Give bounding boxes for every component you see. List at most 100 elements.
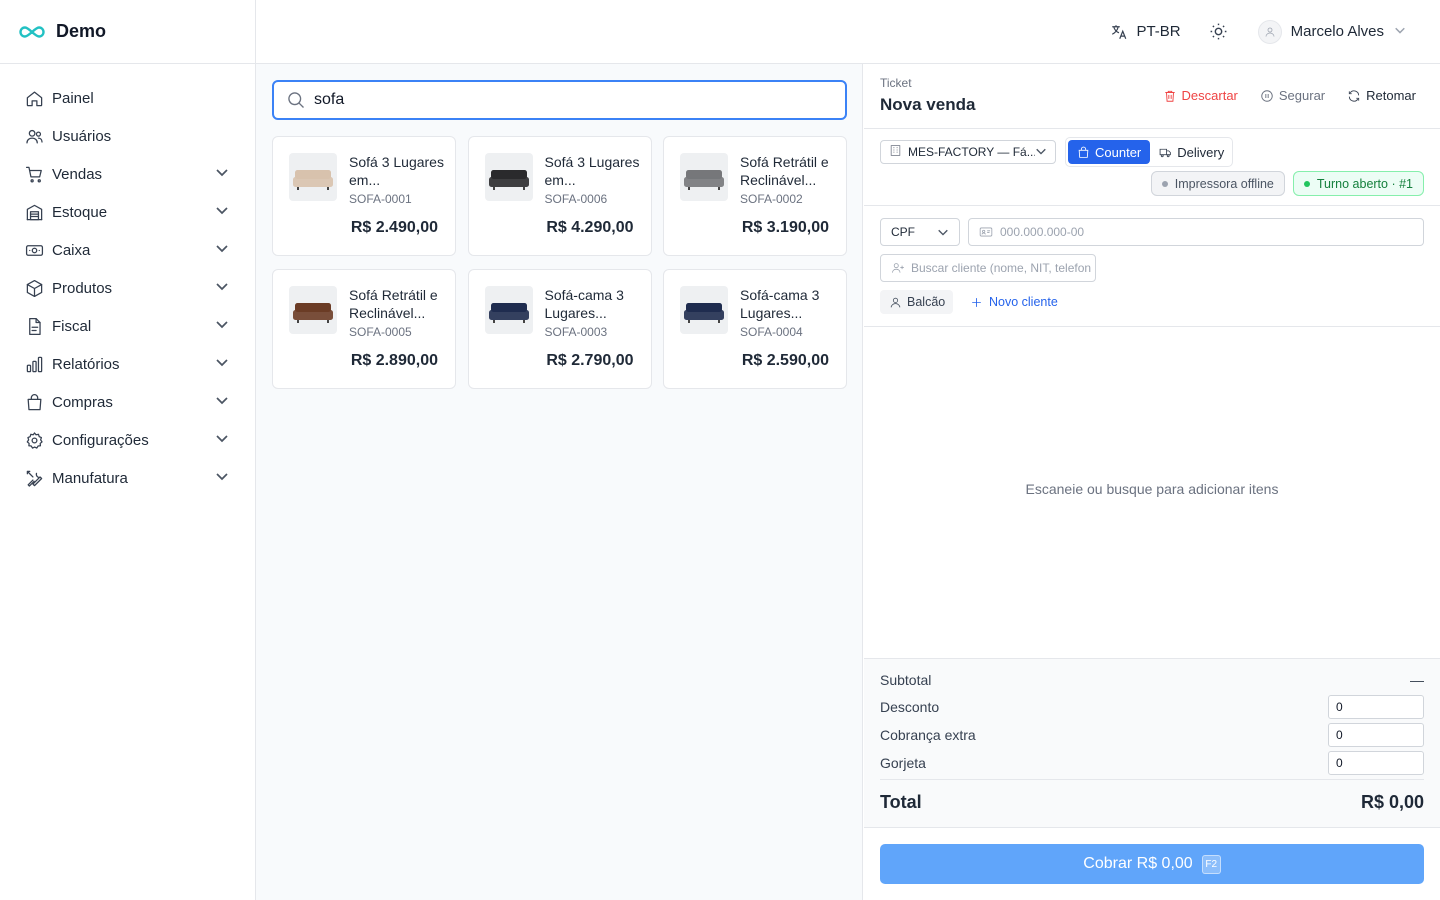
sidebar-item-label: Manufatura — [52, 469, 128, 487]
infinity-logo-icon — [19, 25, 45, 38]
product-sku: SOFA-0001 — [349, 192, 412, 206]
hold-label: Segurar — [1278, 88, 1326, 103]
discount-label: Desconto — [880, 699, 940, 715]
product-name: Sofá Retrátil e Reclinável... — [349, 287, 438, 321]
location-value: MES-FACTORY — Fá... — [908, 145, 1035, 159]
sidebar-item-label: Compras — [52, 393, 113, 411]
product-sku: SOFA-0005 — [349, 325, 412, 339]
sidebar-item-configuracoes[interactable]: Configurações — [0, 421, 255, 459]
delivery-mode-button[interactable]: Delivery — [1150, 140, 1233, 164]
product-card[interactable]: Sofá-cama 3 Lugares... SOFA-0004 R$ 2.590,… — [663, 269, 847, 389]
discount-row: Desconto — [880, 695, 1424, 719]
product-card[interactable]: Sofá 3 Lugares em... SOFA-0006 R$ 4.290,00 — [467, 136, 652, 256]
tools-icon — [24, 468, 44, 488]
product-image — [484, 153, 533, 201]
sidebar-item-caixa[interactable]: Caixa — [0, 231, 255, 269]
bar-chart-icon — [24, 354, 44, 374]
sidebar-item-fiscal[interactable]: Fiscal — [0, 307, 255, 345]
shift-status-badge: Turno aberto · #1 — [1292, 171, 1424, 196]
customer-chip[interactable]: Balcão — [880, 290, 954, 314]
sidebar-item-label: Estoque — [52, 203, 108, 221]
keyboard-shortcut-badge: F2 — [1201, 854, 1221, 874]
product-image — [680, 153, 728, 201]
plus-icon — [972, 297, 981, 307]
sidebar-item-compras[interactable]: Compras — [0, 383, 255, 421]
printer-status-label: Impressora offline — [1174, 176, 1274, 191]
refresh-icon — [1349, 89, 1360, 102]
product-price: R$ 3.190,00 — [741, 219, 829, 236]
sidebar-item-relatorios[interactable]: Relatórios — [0, 345, 255, 383]
sidebar-item-produtos[interactable]: Produtos — [0, 269, 255, 307]
total-row: Total R$ 0,00 — [880, 792, 1424, 813]
product-card[interactable]: Sofá 3 Lugares em... SOFA-0001 R$ 2.490,00 — [272, 136, 456, 256]
chevron-down-icon — [215, 317, 229, 336]
box-icon — [24, 278, 44, 298]
product-search[interactable] — [272, 80, 847, 120]
extra-charge-label: Cobrança extra — [880, 727, 976, 743]
cash-icon — [24, 240, 44, 260]
product-sku: SOFA-0002 — [740, 192, 803, 206]
home-icon — [24, 88, 44, 108]
shopping-bag-icon — [1078, 146, 1089, 158]
ticket-panel: Ticket Nova venda Descartar Segurar Reto… — [864, 64, 1440, 900]
product-price: R$ 2.590,00 — [741, 352, 829, 369]
discard-button[interactable]: Descartar — [1163, 88, 1238, 103]
customer-search-input[interactable] — [911, 261, 1091, 275]
chevron-down-icon — [215, 393, 229, 412]
product-price: R$ 2.490,00 — [350, 219, 438, 236]
user-menu[interactable]: Marcelo Alves — [1257, 19, 1406, 44]
counter-mode-button[interactable]: Counter — [1068, 140, 1151, 164]
divider — [864, 326, 1440, 327]
document-type-select[interactable]: CPF — [880, 218, 960, 246]
brand[interactable]: Demo — [0, 0, 255, 64]
user-icon — [890, 297, 901, 307]
document-number-field[interactable] — [968, 218, 1424, 246]
sidebar-item-label: Relatórios — [52, 355, 120, 373]
product-card[interactable]: Sofá Retrátil e Reclinável... SOFA-0002 R$… — [663, 136, 847, 256]
resume-button[interactable]: Retomar — [1347, 88, 1416, 103]
tip-input[interactable] — [1328, 751, 1424, 775]
subtotal-row: Subtotal — — [880, 672, 1424, 688]
customer-search-field[interactable] — [880, 254, 1096, 282]
sidebar-item-usuarios[interactable]: Usuários — [0, 117, 255, 155]
theme-toggle[interactable] — [1209, 22, 1228, 41]
new-customer-button[interactable]: Novo cliente — [970, 290, 1058, 314]
product-sku: SOFA-0004 — [740, 325, 803, 339]
product-name: Sofá-cama 3 Lugares... — [544, 287, 624, 321]
divider — [864, 205, 1440, 206]
product-card[interactable]: Sofá-cama 3 Lugares... SOFA-0003 R$ 2.790,… — [467, 269, 652, 389]
hold-button[interactable]: Segurar — [1260, 88, 1325, 103]
extra-charge-row: Cobrança extra — [880, 723, 1424, 747]
document-number-input[interactable] — [1000, 225, 1400, 239]
language-label: PT-BR — [1136, 23, 1181, 40]
ticket-label: Ticket — [880, 76, 912, 90]
user-icon — [1265, 27, 1275, 37]
product-sku: SOFA-0006 — [544, 192, 608, 206]
sidebar-item-label: Fiscal — [52, 317, 92, 335]
product-sku: SOFA-0003 — [544, 325, 608, 339]
sidebar-item-estoque[interactable]: Estoque — [0, 193, 255, 231]
language-switcher[interactable]: PT-BR — [1110, 23, 1181, 41]
product-name: Sofá 3 Lugares em... — [349, 154, 444, 188]
chevron-down-icon — [215, 431, 229, 450]
translate-icon — [1112, 24, 1127, 39]
total-value: R$ 0,00 — [1360, 792, 1424, 812]
resume-label: Retomar — [1366, 88, 1416, 103]
product-price: R$ 4.290,00 — [546, 219, 634, 236]
product-card[interactable]: Sofá Retrátil e Reclinável... SOFA-0005 R$… — [272, 269, 456, 389]
extra-charge-input[interactable] — [1328, 723, 1424, 747]
avatar — [1257, 19, 1282, 44]
charge-button[interactable]: Cobrar R$ 0,00 F2 — [880, 844, 1424, 884]
sidebar-item-manufatura[interactable]: Manufatura — [0, 459, 255, 497]
sidebar-item-label: Vendas — [52, 165, 103, 183]
product-image — [289, 286, 337, 334]
search-input[interactable] — [314, 91, 814, 109]
chevron-down-icon — [1394, 23, 1406, 40]
discount-input[interactable] — [1328, 695, 1424, 719]
product-image — [289, 153, 337, 201]
sidebar-item-vendas[interactable]: Vendas — [0, 155, 255, 193]
location-select[interactable]: MES-FACTORY — Fá... — [880, 140, 1056, 164]
product-price: R$ 2.890,00 — [350, 352, 438, 369]
sidebar-nav: Painel Usuários Vendas Estoque Caixa Pro… — [0, 64, 255, 497]
sidebar-item-painel[interactable]: Painel — [0, 79, 255, 117]
